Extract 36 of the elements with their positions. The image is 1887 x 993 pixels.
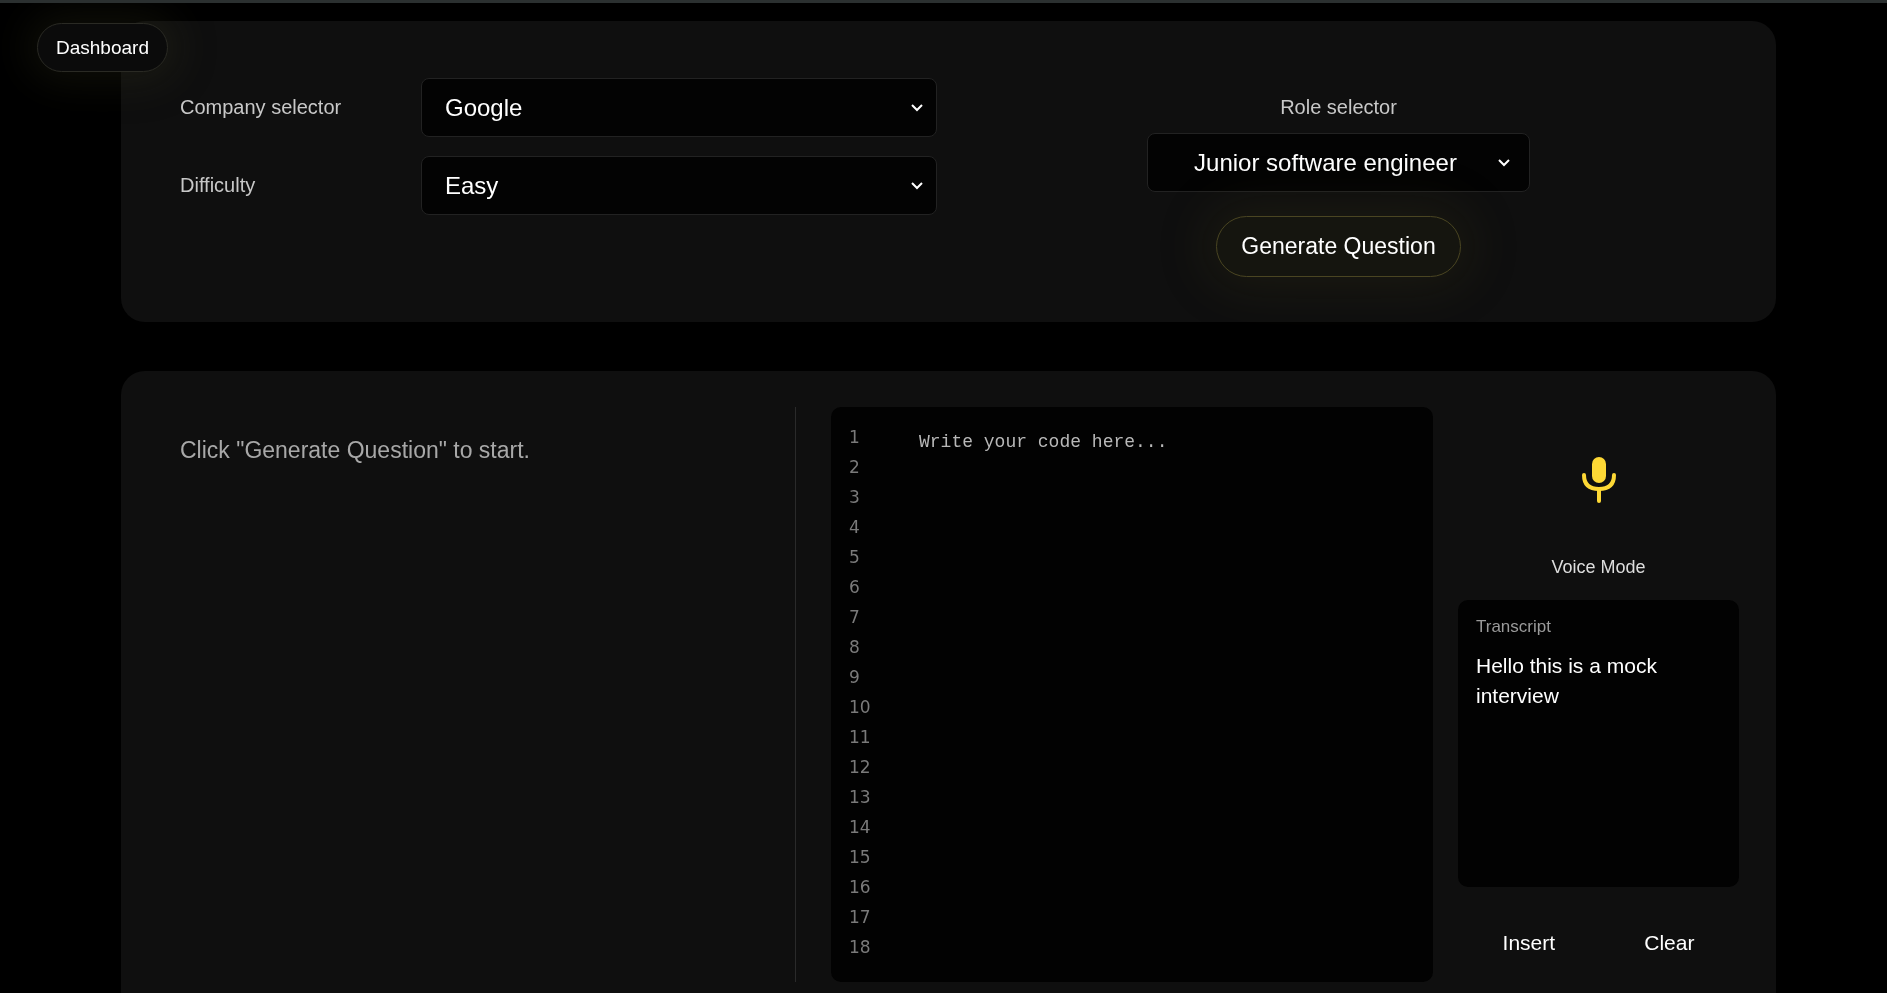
line-number: 16	[849, 877, 872, 899]
line-number: 3	[849, 487, 861, 509]
transcript-text: Hello this is a mock interview	[1476, 653, 1658, 709]
insert-button[interactable]: Insert	[1490, 927, 1568, 959]
transcript-title: Transcript	[1476, 617, 1552, 637]
line-number: 8	[849, 637, 861, 659]
company-select[interactable]: Google	[421, 78, 937, 137]
field-label: Role selector	[1280, 96, 1397, 119]
chevron-down-icon	[910, 102, 924, 113]
line-number: 15	[849, 847, 872, 869]
line-number: 11	[849, 727, 872, 749]
difficulty-select[interactable]: Easy	[421, 156, 937, 215]
line-number: 13	[849, 787, 872, 809]
line-number: 1	[849, 427, 861, 449]
line-number: 14	[849, 817, 872, 839]
line-number: 7	[849, 607, 861, 629]
field-label: Company selector	[180, 96, 343, 119]
code-editor[interactable]: 1 2 3 4 5 6 7 8 9 10 11 12 13 14 15 16 17 18 Write your code here...	[831, 407, 1433, 982]
line-number: 5	[849, 547, 861, 569]
dashboard-button[interactable]: Dashboard	[37, 23, 168, 72]
line-number: 18	[849, 937, 872, 959]
line-number: 17	[849, 907, 872, 929]
clear-button[interactable]: Clear	[1632, 927, 1707, 959]
chevron-down-icon	[910, 180, 924, 191]
line-number: 2	[849, 457, 861, 479]
generate-question-button[interactable]: Generate Question	[1216, 216, 1461, 277]
field-label: Difficulty	[180, 174, 257, 197]
voice-mode-label: Voice Mode	[1551, 557, 1646, 578]
chevron-down-icon	[1496, 157, 1511, 168]
line-number: 10	[849, 697, 872, 719]
line-number: 9	[849, 667, 861, 689]
start-hint: Click "Generate Question" to start.	[180, 437, 531, 464]
line-number: 4	[849, 517, 861, 539]
line-number: 12	[849, 757, 872, 779]
line-number: 6	[849, 577, 861, 599]
role-select[interactable]: Junior software engineer	[1147, 133, 1530, 192]
